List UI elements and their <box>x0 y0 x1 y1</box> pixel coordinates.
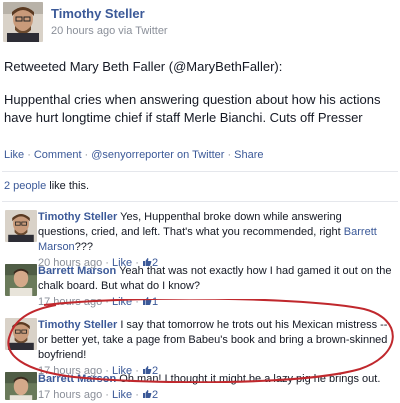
thumbs-up-icon <box>142 390 152 398</box>
comment-timestamp[interactable]: 17 hours ago <box>38 296 102 308</box>
retweet-line: Retweeted Mary Beth Faller (@MaryBethFal… <box>4 59 283 74</box>
action-separator: · <box>84 149 89 161</box>
comment-body: Timothy Steller Yes, Huppenthal broke do… <box>38 210 394 271</box>
profile-photo-marson-icon <box>5 264 37 296</box>
comment-timestamp[interactable]: 17 hours ago <box>38 389 102 401</box>
comment-like-count-value: 1 <box>151 296 159 308</box>
post-author-avatar[interactable] <box>3 2 43 42</box>
comment-avatar[interactable] <box>5 210 37 242</box>
comment-body: Barrett Marson Oh man! I thought it migh… <box>38 372 394 403</box>
post-body-text: Huppenthal cries when answering question… <box>4 92 381 125</box>
share-link[interactable]: Share <box>234 149 263 161</box>
comment-avatar[interactable] <box>5 318 37 350</box>
like-link[interactable]: Like <box>4 149 24 161</box>
post-meta: 20 hours ago via Twitter <box>51 25 168 37</box>
profile-photo-steller-icon <box>3 2 43 42</box>
profile-photo-marson-icon <box>5 372 37 400</box>
comment-text-after: ??? <box>74 241 94 253</box>
comment-avatar[interactable] <box>5 372 37 400</box>
divider <box>2 201 398 202</box>
post-timestamp[interactable]: 20 hours ago <box>51 25 115 37</box>
thumbs-up-icon <box>142 297 152 305</box>
comment-meta: 17 hours ago · Like · 2 <box>38 389 159 401</box>
comment-text: Oh man! I thought it might be a lazy pig… <box>116 373 381 385</box>
comment-author[interactable]: Barrett Marson <box>38 265 116 277</box>
comment-like-count[interactable]: 2 <box>142 389 158 401</box>
likes-suffix: like this. <box>46 180 90 192</box>
divider <box>2 171 398 172</box>
post-via: via Twitter <box>118 25 168 37</box>
profile-photo-steller-icon <box>5 210 37 242</box>
likes-count-link[interactable]: 2 people <box>4 180 46 192</box>
comment-author[interactable]: Barrett Marson <box>38 373 116 385</box>
comment-like-count[interactable]: 1 <box>142 296 158 308</box>
comment-like-link[interactable]: Like <box>112 389 132 401</box>
comment-avatar[interactable] <box>5 264 37 296</box>
comment-link[interactable]: Comment <box>34 149 82 161</box>
likes-summary: 2 people like this. <box>4 180 89 192</box>
comment-meta: 17 hours ago · Like · 1 <box>38 296 159 308</box>
action-separator: · <box>27 149 31 161</box>
post-action-bar: Like · Comment · @senyorreporter on Twitter ·… <box>4 149 264 161</box>
post-author-name[interactable]: Timothy Steller <box>51 6 145 21</box>
comment-body: Timothy Steller I say that tomorrow he t… <box>38 318 394 379</box>
comment-author[interactable]: Timothy Steller <box>38 319 117 331</box>
twitter-handle-link[interactable]: @senyorreporter on Twitter <box>91 149 224 161</box>
comment-like-link[interactable]: Like <box>112 296 132 308</box>
comment-like-count-value: 2 <box>151 389 159 401</box>
action-separator: · <box>227 149 232 161</box>
comment-author[interactable]: Timothy Steller <box>38 211 117 223</box>
profile-photo-steller-icon <box>5 318 37 350</box>
comment-body: Barrett Marson Yeah that was not exactly… <box>38 264 394 310</box>
